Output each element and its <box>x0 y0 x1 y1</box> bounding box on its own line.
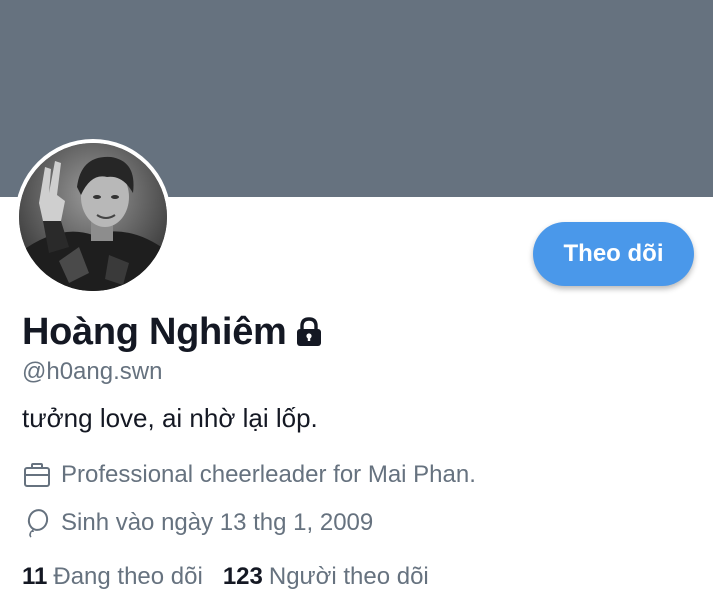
balloon-icon <box>22 508 52 538</box>
job-row: Professional cheerleader for Mai Phan. <box>22 460 476 490</box>
job-text: Professional cheerleader for Mai Phan. <box>61 461 476 488</box>
followers-count: 123 <box>222 563 263 590</box>
lock-icon <box>295 316 323 352</box>
avatar[interactable] <box>19 143 167 291</box>
profile-bio: tưởng love, ai nhờ lại lốp. <box>22 403 318 433</box>
profile-handle: @h0ang.swn <box>22 358 163 385</box>
profile-page: Theo dõi Hoàng Nghiêm @h0ang.swn tưởng l… <box>0 0 713 600</box>
avatar-photo <box>19 143 167 291</box>
birthday-row: Sinh vào ngày 13 thg 1, 2009 <box>22 508 373 538</box>
display-name: Hoàng Nghiêm <box>22 310 287 353</box>
name-row: Hoàng Nghiêm <box>22 309 323 355</box>
following-count: 11 <box>22 563 48 590</box>
followers-label: Người theo dõi <box>268 563 429 590</box>
following-stat[interactable]: 11 Đang theo dõi <box>22 563 203 591</box>
followers-stat[interactable]: 123 Người theo dõi <box>223 563 429 591</box>
briefcase-icon <box>22 460 52 490</box>
follow-stats: 11 Đang theo dõi 123 Người theo dõi <box>22 563 429 591</box>
birthday-text: Sinh vào ngày 13 thg 1, 2009 <box>61 509 374 536</box>
follow-button[interactable]: Theo dõi <box>533 222 694 286</box>
following-label: Đang theo dõi <box>53 563 203 590</box>
